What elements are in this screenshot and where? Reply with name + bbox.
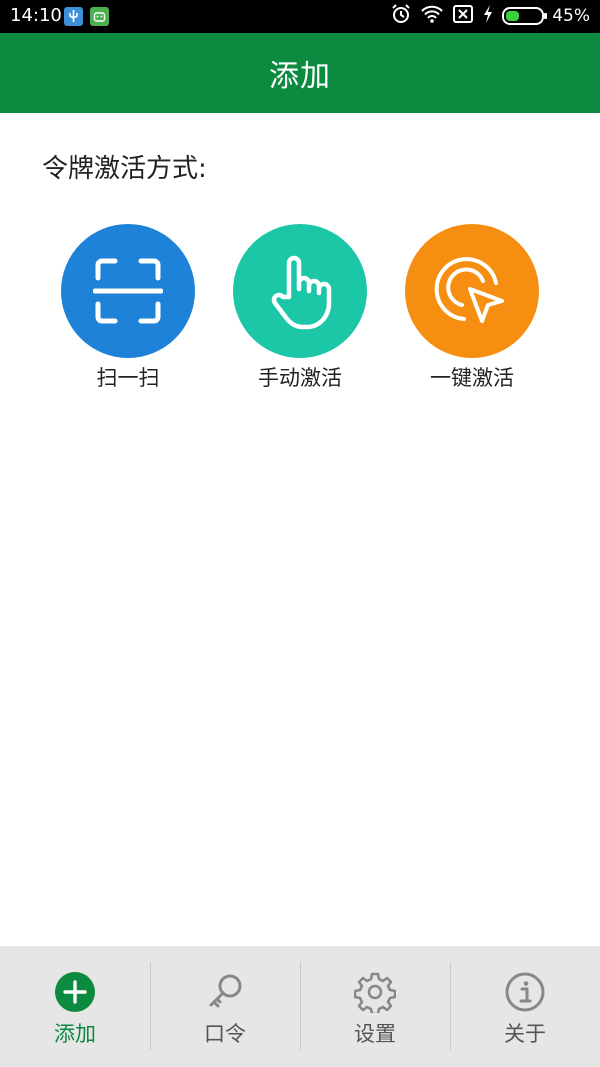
nav-label-settings: 设置 <box>354 1022 396 1046</box>
nav-label-token: 口令 <box>204 1022 246 1046</box>
bottom-nav: 添加 口令 设置 关于 <box>0 946 600 1067</box>
nav-label-add: 添加 <box>54 1022 96 1046</box>
wifi-icon <box>420 4 444 28</box>
one-click-activate-button[interactable]: 一键激活 <box>392 224 552 392</box>
no-sim-icon <box>452 4 474 28</box>
section-title: 令牌激活方式: <box>42 154 207 184</box>
usb-icon <box>64 7 83 26</box>
scan-method-button[interactable]: 扫一扫 <box>48 224 208 392</box>
status-time: 14:10 <box>10 5 62 26</box>
scan-method-label: 扫一扫 <box>96 366 160 390</box>
nav-item-add[interactable]: 添加 <box>0 946 150 1067</box>
alarm-icon <box>390 3 412 29</box>
add-circle-icon <box>53 970 97 1014</box>
nav-label-about: 关于 <box>504 1022 546 1046</box>
app-header: 添加 <box>0 33 600 113</box>
page-title: 添加 <box>269 59 331 94</box>
key-icon <box>203 970 247 1014</box>
battery-level <box>506 11 520 21</box>
android-icon <box>90 7 109 26</box>
one-click-method-label: 一键激活 <box>430 366 514 390</box>
one-click-method-circle <box>405 224 539 358</box>
manual-activate-button[interactable]: 手动激活 <box>220 224 380 392</box>
status-bar: 14:10 45% <box>0 0 600 33</box>
info-icon <box>503 970 547 1014</box>
scan-icon <box>93 258 163 324</box>
nav-item-token[interactable]: 口令 <box>150 946 300 1067</box>
battery-percent: 45% <box>552 6 590 26</box>
gear-icon <box>353 970 397 1014</box>
charging-icon <box>482 4 494 28</box>
manual-method-label: 手动激活 <box>258 366 342 390</box>
status-indicators: 45% <box>390 3 590 29</box>
battery-icon <box>502 7 548 25</box>
manual-method-circle <box>233 224 367 358</box>
nav-item-settings[interactable]: 设置 <box>300 946 450 1067</box>
nav-item-about[interactable]: 关于 <box>450 946 600 1067</box>
cursor-click-icon <box>434 257 504 323</box>
scan-method-circle <box>61 224 195 358</box>
hand-pointer-icon <box>271 255 332 330</box>
